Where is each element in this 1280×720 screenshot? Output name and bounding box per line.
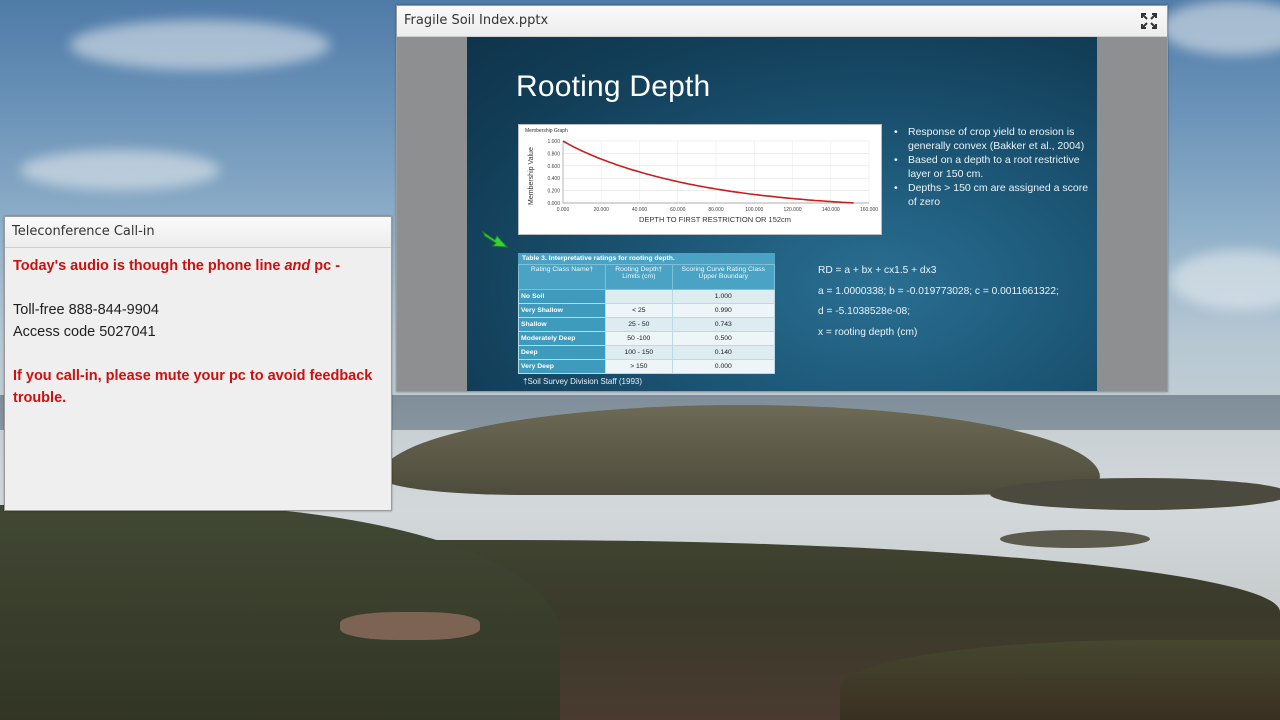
equations-block: RD = a + bx + cx1.5 + dx3 a = 1.0000338;… (818, 261, 1059, 343)
table-cell: > 150 (605, 359, 673, 374)
y-tick-label: 1.000 (547, 139, 560, 145)
graph-y-ticks: 1.0000.8000.6000.4000.2000.000 (547, 139, 560, 207)
y-tick-label: 0.800 (547, 151, 560, 157)
callin-pod-title: Teleconference Call-in (12, 224, 155, 239)
table-cell: Very Deep (517, 359, 607, 374)
table-cell: 0.140 (671, 345, 776, 360)
bullet-item: Response of crop yield to erosion is gen… (891, 125, 1096, 153)
callin-pod-window[interactable]: Teleconference Call-in Today's audio is … (4, 216, 392, 511)
audio-notice-suffix: pc - (310, 258, 341, 274)
graph-grid (562, 140, 870, 204)
audio-notice: Today's audio is though the phone line a… (13, 255, 383, 277)
table-cell: Shallow (517, 317, 607, 332)
table-cell: < 25 (605, 303, 673, 318)
graph-title: Membership Graph (525, 128, 568, 134)
table-row: Moderately Deep 50 -100 0.500 (517, 331, 776, 346)
ratings-table: Table 3. Interpretative ratings for root… (517, 253, 776, 374)
x-tick-label: 40.000 (632, 207, 648, 213)
audio-notice-prefix: Today's audio is though the phone line (13, 258, 285, 274)
table-row: Shallow 25 - 50 0.743 (517, 317, 776, 332)
callin-pod-titlebar[interactable]: Teleconference Call-in (5, 217, 391, 248)
table-cell: Deep (517, 345, 607, 360)
table-row: Deep 100 - 150 0.140 (517, 345, 776, 360)
y-tick-label: 0.200 (547, 189, 560, 195)
x-tick-label: 100.000 (745, 207, 763, 213)
cloud (70, 20, 330, 70)
table-header: Rooting Depth† Limits (cm) (605, 264, 673, 290)
table-footnote: †Soil Survey Division Staff (1993) (523, 377, 643, 386)
table-cell: 100 - 150 (605, 345, 673, 360)
presentation-slide: Rooting Depth Membership Graph Membershi… (467, 37, 1097, 391)
x-tick-label: 160.000 (860, 207, 878, 213)
x-tick-label: 0.000 (557, 207, 570, 213)
access-code: Access code 5027041 (13, 324, 156, 340)
slide-bullets: Response of crop yield to erosion is gen… (891, 125, 1096, 209)
table-cell: Moderately Deep (517, 331, 607, 346)
tollfree-number: Toll-free 888-844-9904 (13, 302, 159, 318)
shared-content-area: Rooting Depth Membership Graph Membershi… (397, 37, 1167, 391)
table-cell: 0.000 (671, 359, 776, 374)
table-cell: 25 - 50 (605, 317, 673, 332)
membership-graph-svg: Membership Graph Membership Value 1.000 0… (525, 128, 879, 224)
table-cell: 50 -100 (605, 331, 673, 346)
equation-line: d = -5.1038528e-08; (818, 306, 911, 317)
equation-line: x = rooting depth (cm) (818, 326, 918, 338)
membership-graph: Membership Graph Membership Value 1.000 0… (518, 124, 882, 235)
table-header: Rating Class Name† (517, 264, 607, 290)
equation-line: RD = a + bx + cx1.5 + dx3 (818, 265, 937, 276)
equation-line: a = 1.0000338; b = -0.019773028; c = 0.0… (818, 285, 1059, 297)
cloud (20, 150, 220, 190)
x-tick-label: 60.000 (670, 207, 686, 213)
table-row: No Soil 1.000 (517, 289, 776, 304)
x-tick-label: 140.000 (822, 207, 840, 213)
table-cell: 1.000 (671, 289, 776, 304)
table-header-row: Rating Class Name† Rooting Depth† Limits… (517, 264, 776, 290)
table-caption: Table 3. Interpretative ratings for root… (518, 253, 775, 264)
dirt-patch (340, 612, 480, 640)
share-pod-titlebar[interactable]: Fragile Soil Index.pptx (397, 6, 1167, 37)
membership-curve (562, 140, 854, 204)
graph-ylabel: Membership Value (528, 147, 535, 205)
expand-icon[interactable] (1140, 12, 1158, 30)
x-tick-label: 120.000 (783, 207, 801, 213)
table-cell: 0.990 (671, 303, 776, 318)
table-cell: Very Shallow (517, 303, 607, 318)
share-pod-title: Fragile Soil Index.pptx (404, 13, 549, 28)
table-header: Scoring Curve Rating Class Upper Boundar… (671, 264, 776, 290)
graph-x-ticks: 0.000 20.000 40.000 60.000 80.000 100.000 120.… (557, 207, 879, 213)
share-pod-window[interactable]: Fragile Soil Index.pptx Rooting Depth Me… (396, 5, 1168, 392)
graph-xlabel: DEPTH TO FIRST RESTRICTION OR 152cm (639, 215, 791, 224)
table-cell: 0.743 (671, 317, 776, 332)
mute-notice: If you call-in, please mute your pc to a… (13, 368, 373, 406)
table-cell: No Soil (517, 289, 607, 304)
green-arrow-icon (481, 226, 511, 250)
slide-title: Rooting Depth (516, 70, 711, 103)
table-cell: 0.500 (671, 331, 776, 346)
table-row: Very Shallow < 25 0.990 (517, 303, 776, 318)
table-row: Very Deep > 150 0.000 (517, 359, 776, 374)
hill (990, 478, 1280, 510)
bullet-item: Based on a depth to a root restrictive l… (891, 153, 1096, 181)
callin-pod-body: Today's audio is though the phone line a… (5, 248, 391, 416)
audio-notice-and: and (284, 258, 311, 274)
x-tick-label: 20.000 (594, 207, 610, 213)
table-cell (605, 289, 673, 304)
x-tick-label: 80.000 (708, 207, 724, 213)
bullet-item: Depths > 150 cm are assigned a score of … (891, 181, 1096, 209)
y-tick-label: 0.400 (547, 176, 560, 182)
y-tick-label: 0.600 (547, 164, 560, 170)
hill (1000, 530, 1150, 548)
